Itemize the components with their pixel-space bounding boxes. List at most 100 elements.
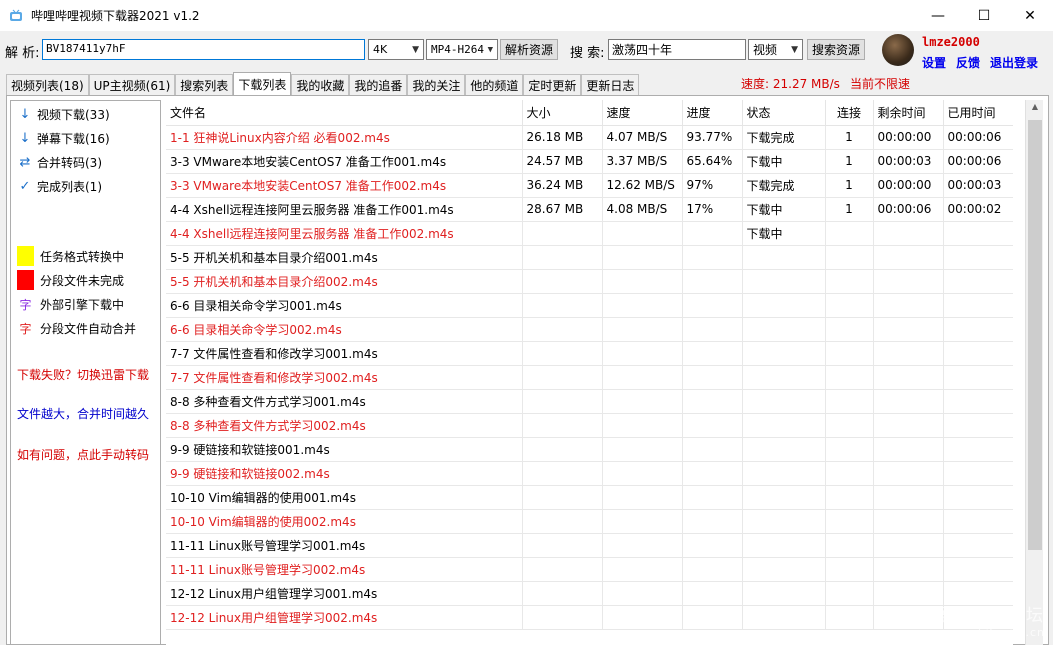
column-header-filename[interactable]: 文件名 <box>166 100 523 126</box>
table-row[interactable]: 10-10 Vim编辑器的使用002.m4s <box>166 509 1013 534</box>
cell-elapsed <box>943 317 1013 342</box>
table-row[interactable]: 7-7 文件属性查看和修改学习002.m4s <box>166 365 1013 390</box>
table-row[interactable]: 4-4 Xshell远程连接阿里云服务器 准备工作002.m4s 下载中 <box>166 221 1013 246</box>
cell-progress <box>682 317 743 342</box>
cell-filename: 11-11 Linux账号管理学习001.m4s <box>166 533 523 558</box>
tab-following[interactable]: 我的关注 <box>407 74 466 95</box>
logout-link[interactable]: 退出登录 <box>990 54 1038 71</box>
avatar[interactable] <box>882 34 914 66</box>
cell-elapsed <box>943 269 1013 294</box>
scroll-up-icon[interactable]: ▲ <box>1026 102 1044 118</box>
cell-status <box>742 365 826 390</box>
cell-connections <box>825 461 874 486</box>
close-button[interactable]: ✕ <box>1007 0 1053 31</box>
search-input[interactable]: 激荡四十年 <box>608 39 746 60</box>
table-row[interactable]: 10-10 Vim编辑器的使用001.m4s <box>166 485 1013 510</box>
column-header-progress[interactable]: 进度 <box>682 100 743 126</box>
cell-connections <box>825 413 874 438</box>
search-button[interactable]: 搜索资源 <box>807 39 865 60</box>
format-select[interactable]: MP4-H264 ▼ <box>426 39 498 60</box>
quality-select[interactable]: 4K ▼ <box>368 39 424 60</box>
cell-speed <box>602 221 683 246</box>
vertical-scrollbar[interactable]: ▲ <box>1025 100 1043 645</box>
table-row[interactable]: 12-12 Linux用户组管理学习002.m4s <box>166 605 1013 630</box>
search-type-select[interactable]: 视频 ▼ <box>748 39 803 60</box>
tab-video-list[interactable]: 视频列表(18) <box>6 74 89 95</box>
cell-size <box>522 485 603 510</box>
sidebar-item-video-download[interactable]: ↓ 视频下载(33) <box>17 106 110 123</box>
table-row[interactable]: 8-8 多种查看文件方式学习001.m4s <box>166 389 1013 414</box>
tab-followed-bangumi[interactable]: 我的追番 <box>349 74 408 95</box>
cell-elapsed <box>943 437 1013 462</box>
cell-connections <box>825 341 874 366</box>
column-header-remaining[interactable]: 剩余时间 <box>873 100 944 126</box>
column-header-elapsed[interactable]: 已用时间 <box>943 100 1013 126</box>
tab-search-list[interactable]: 搜索列表 <box>175 74 234 95</box>
table-row[interactable]: 6-6 目录相关命令学习001.m4s <box>166 293 1013 318</box>
format-value: MP4-H264 <box>431 43 484 56</box>
tab-up-videos[interactable]: UP主视频(61) <box>88 74 176 95</box>
cell-elapsed <box>943 413 1013 438</box>
tab-changelog[interactable]: 更新日志 <box>581 74 640 95</box>
cell-filename: 10-10 Vim编辑器的使用002.m4s <box>166 509 523 534</box>
cell-size: 28.67 MB <box>522 197 603 222</box>
sidebar-item-completed-list[interactable]: ✓ 完成列表(1) <box>17 178 102 195</box>
cell-elapsed <box>943 365 1013 390</box>
column-header-status[interactable]: 状态 <box>742 100 826 126</box>
tab-download-list[interactable]: 下载列表 <box>233 72 292 95</box>
cell-speed <box>602 365 683 390</box>
search-label: 搜 索: <box>570 46 605 61</box>
cell-elapsed <box>943 509 1013 534</box>
cell-status <box>742 557 826 582</box>
table-row[interactable]: 7-7 文件属性查看和修改学习001.m4s <box>166 341 1013 366</box>
tab-their-channel[interactable]: 他的频道 <box>465 74 524 95</box>
cell-connections: 1 <box>825 125 874 150</box>
cell-filename: 7-7 文件属性查看和修改学习001.m4s <box>166 341 523 366</box>
table-row[interactable]: 3-3 VMware本地安装CentOS7 准备工作002.m4s 36.24 M… <box>166 173 1013 198</box>
chevron-down-icon: ▼ <box>412 44 419 55</box>
cell-filename: 12-12 Linux用户组管理学习002.m4s <box>166 605 523 630</box>
minimize-button[interactable]: — <box>915 0 961 31</box>
window-title: 哔哩哔哩视频下载器2021 v1.2 <box>31 9 200 23</box>
title-bar: 哔哩哔哩视频下载器2021 v1.2 — ☐ ✕ <box>0 0 1053 31</box>
tab-scheduled-update[interactable]: 定时更新 <box>523 74 582 95</box>
scroll-thumb[interactable] <box>1028 120 1042 550</box>
switch-thunder-link[interactable]: 下载失败？切换迅雷下载 <box>17 366 149 383</box>
table-row[interactable]: 5-5 开机关机和基本目录介绍001.m4s <box>166 245 1013 270</box>
cell-connections: 1 <box>825 197 874 222</box>
table-row[interactable]: 11-11 Linux账号管理学习001.m4s <box>166 533 1013 558</box>
column-header-connections[interactable]: 连接 <box>825 100 874 126</box>
legend-label: 任务格式转换中 <box>40 249 125 264</box>
sidebar-item-danmaku-download[interactable]: ↓ 弹幕下载(16) <box>17 130 110 147</box>
cell-connections <box>825 557 874 582</box>
parse-button[interactable]: 解析资源 <box>500 39 558 60</box>
username: lmze2000 <box>922 35 980 49</box>
sidebar-item-merge-transcode[interactable]: ⇄ 合并转码(3) <box>17 154 102 171</box>
cell-progress <box>682 365 743 390</box>
table-row[interactable]: 5-5 开机关机和基本目录介绍002.m4s <box>166 269 1013 294</box>
tab-favorites[interactable]: 我的收藏 <box>291 74 350 95</box>
settings-link[interactable]: 设置 <box>922 54 946 71</box>
table-row[interactable]: 9-9 硬链接和软链接001.m4s <box>166 437 1013 462</box>
chevron-down-icon: ▼ <box>487 44 493 55</box>
table-row[interactable]: 1-1 狂神说Linux内容介绍 必看002.m4s 26.18 MB 4.07 M… <box>166 125 1013 150</box>
cell-connections <box>825 605 874 630</box>
manual-transcode-link[interactable]: 如有问题，点此手动转码 <box>17 446 149 463</box>
column-header-size[interactable]: 大小 <box>522 100 603 126</box>
feedback-link[interactable]: 反馈 <box>956 54 980 71</box>
cell-elapsed <box>943 557 1013 582</box>
table-row[interactable]: 12-12 Linux用户组管理学习001.m4s <box>166 581 1013 606</box>
table-row[interactable]: 11-11 Linux账号管理学习002.m4s <box>166 557 1013 582</box>
cell-speed <box>602 581 683 606</box>
download-arrow-icon: ↓ <box>19 131 31 146</box>
cell-filename: 9-9 硬链接和软链接001.m4s <box>166 437 523 462</box>
legend-label: 外部引擎下载中 <box>40 298 125 312</box>
table-row[interactable]: 6-6 目录相关命令学习002.m4s <box>166 317 1013 342</box>
table-row[interactable]: 3-3 VMware本地安装CentOS7 准备工作001.m4s 24.57 M… <box>166 149 1013 174</box>
parse-input[interactable]: BV187411y7hF <box>42 39 365 60</box>
table-row[interactable]: 9-9 硬链接和软链接002.m4s <box>166 461 1013 486</box>
maximize-button[interactable]: ☐ <box>961 0 1007 31</box>
table-row[interactable]: 4-4 Xshell远程连接阿里云服务器 准备工作001.m4s 28.67 MB… <box>166 197 1013 222</box>
column-header-speed[interactable]: 速度 <box>602 100 683 126</box>
table-row[interactable]: 8-8 多种查看文件方式学习002.m4s <box>166 413 1013 438</box>
